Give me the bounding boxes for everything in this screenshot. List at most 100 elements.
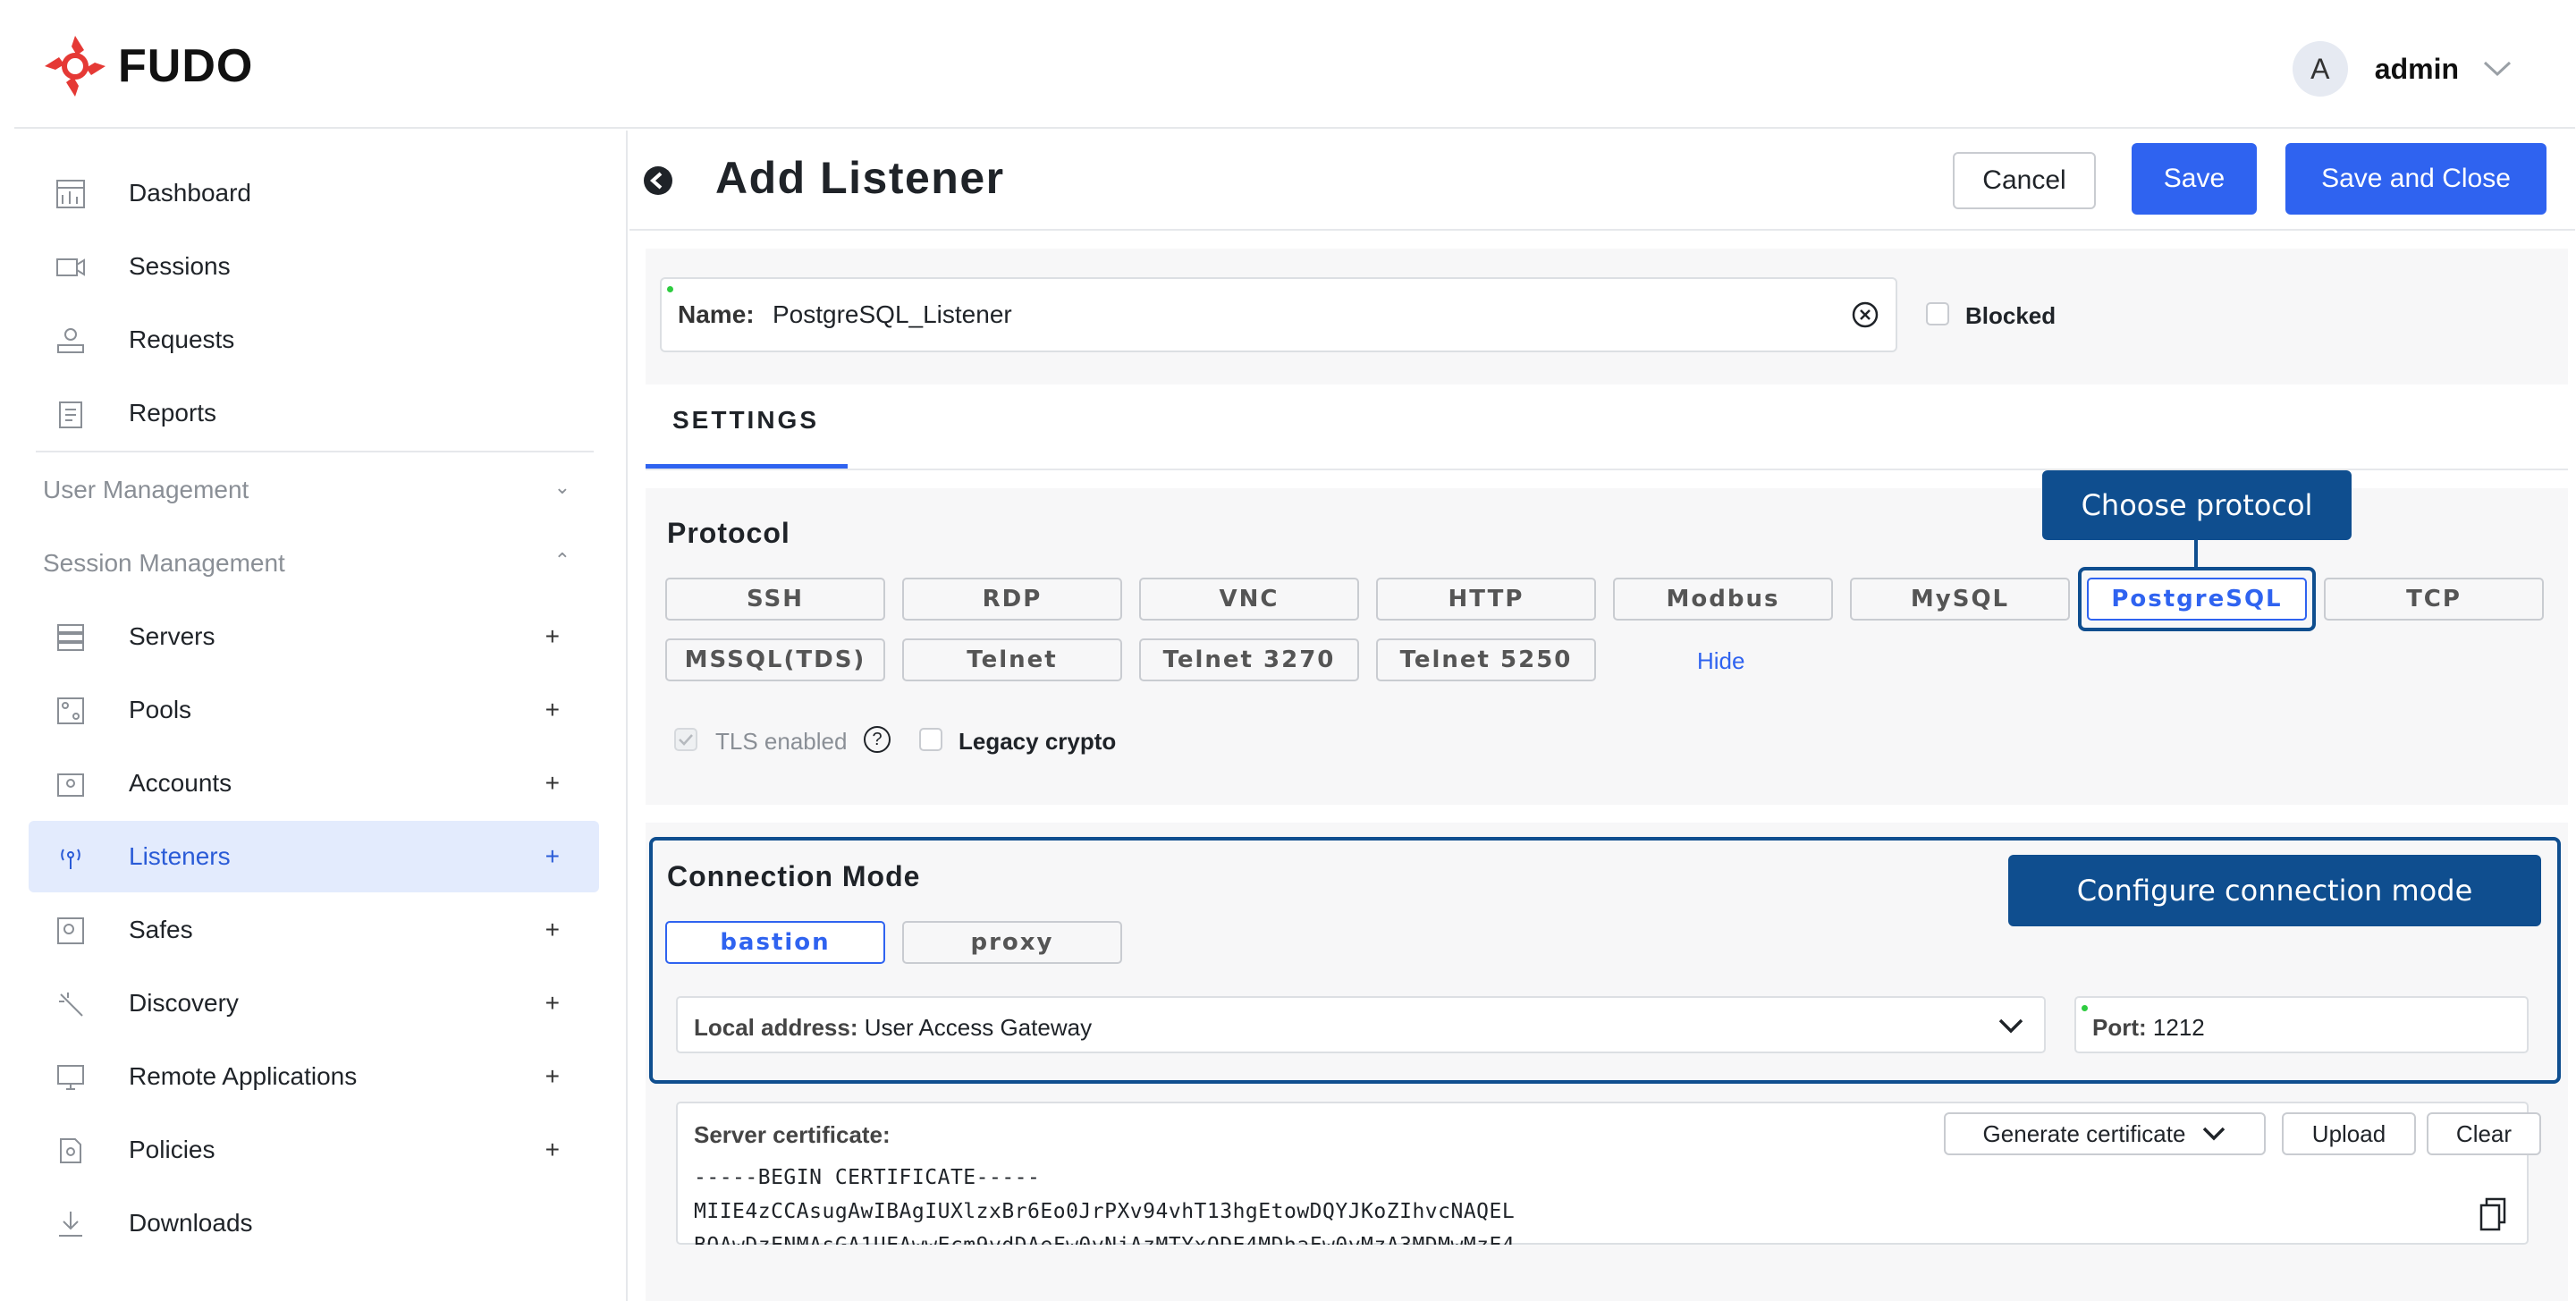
sidebar-item-safes[interactable]: Safes + — [29, 894, 599, 966]
protocol-telnet-3270-button[interactable]: Telnet 3270 — [1139, 638, 1359, 681]
sidebar-item-downloads[interactable]: Downloads — [29, 1187, 599, 1259]
sidebar-item-label: Downloads — [129, 1209, 253, 1237]
sidebar-item-remote-applications[interactable]: Remote Applications + — [29, 1041, 599, 1112]
sidebar-item-listeners[interactable]: Listeners + — [29, 821, 599, 892]
clear-button[interactable]: Clear — [2427, 1112, 2541, 1155]
dashboard-icon — [56, 180, 85, 208]
protocol-telnet-button[interactable]: Telnet — [902, 638, 1122, 681]
checkmark-icon — [679, 734, 693, 746]
certificate-line: MIIE4zCCAsugAwIBAgIUXlzxBr6Eo0JrPXv94vhT… — [694, 1200, 1516, 1223]
user-menu[interactable]: A admin — [2292, 41, 2513, 97]
protocol-http-button[interactable]: HTTP — [1376, 578, 1596, 621]
tls-enabled-checkbox[interactable] — [674, 728, 697, 751]
upload-button[interactable]: Upload — [2282, 1112, 2416, 1155]
sidebar-item-label: Dashboard — [129, 179, 251, 207]
legacy-crypto-checkbox[interactable] — [919, 728, 942, 751]
protocol-telnet-5250-button[interactable]: Telnet 5250 — [1376, 638, 1596, 681]
sidebar-item-requests[interactable]: Requests — [29, 304, 599, 376]
logo[interactable]: FUDO — [41, 32, 253, 100]
page-title: Add Listener — [715, 153, 1005, 203]
tab-settings-label: SETTINGS — [672, 406, 820, 434]
protocol-tcp-button[interactable]: TCP — [2324, 578, 2544, 621]
add-account-button[interactable]: + — [545, 769, 560, 798]
sidebar-item-label: Pools — [129, 696, 192, 723]
sidebar-item-label: Accounts — [129, 769, 232, 797]
protocol-rdp-button[interactable]: RDP — [902, 578, 1122, 621]
add-server-button[interactable]: + — [545, 622, 560, 651]
name-label: Name: — [678, 300, 755, 328]
local-address-value: User Access Gateway — [864, 1014, 1093, 1041]
protocol-modbus-button[interactable]: Modbus — [1613, 578, 1833, 621]
sidebar-item-label: Sessions — [129, 252, 231, 280]
add-remote-application-button[interactable]: + — [545, 1062, 560, 1091]
local-address-label: Local address: — [694, 1014, 858, 1041]
save-and-close-button[interactable]: Save and Close — [2285, 143, 2546, 215]
add-pool-button[interactable]: + — [545, 696, 560, 724]
add-policy-button[interactable]: + — [545, 1136, 560, 1164]
protocol-ssh-button[interactable]: SSH — [665, 578, 885, 621]
tab-settings[interactable]: SETTINGS — [646, 395, 1474, 469]
magic-wand-icon — [59, 993, 83, 1017]
sidebar: Dashboard Sessions Requests Reports User… — [14, 131, 628, 1301]
section-label: Session Management — [43, 549, 285, 577]
local-address-select[interactable]: Local address: User Access Gateway — [676, 996, 2046, 1053]
sidebar-item-label: Discovery — [129, 989, 239, 1017]
clipboard-icon — [59, 401, 82, 428]
protocol-mysql-button[interactable]: MySQL — [1850, 578, 2070, 621]
certificate-line: BQAwDzENMAsGA1UEAwwEcm9vdDAeFw0yNjAzMTYx… — [694, 1234, 2437, 1245]
help-icon[interactable]: ? — [864, 726, 891, 753]
chevron-down-icon: ⌄ — [553, 476, 570, 498]
mode-bastion-button[interactable]: bastion — [665, 921, 885, 964]
sidebar-item-policies[interactable]: Policies + — [29, 1114, 599, 1186]
blocked-checkbox[interactable] — [1926, 302, 1949, 325]
copy-icon[interactable] — [2479, 1196, 2509, 1232]
generate-certificate-button[interactable]: Generate certificate — [1944, 1112, 2266, 1155]
protocol-highlight — [2078, 567, 2316, 631]
chevron-down-icon — [1998, 1018, 2023, 1034]
mode-proxy-button[interactable]: proxy — [902, 921, 1122, 964]
save-button[interactable]: Save — [2132, 143, 2257, 215]
connection-mode-title: Connection Mode — [667, 860, 921, 892]
hide-protocols-link[interactable]: Hide — [1697, 647, 1744, 675]
tls-enabled-label: TLS enabled — [715, 728, 848, 755]
sidebar-item-label: Remote Applications — [129, 1062, 358, 1090]
request-icon — [57, 328, 84, 353]
sidebar-item-servers[interactable]: Servers + — [29, 601, 599, 672]
sidebar-item-sessions[interactable]: Sessions — [29, 231, 599, 302]
certificate-textarea[interactable]: -----BEGIN CERTIFICATE----- MIIE4zCCAsug… — [694, 1166, 2437, 1245]
clear-icon[interactable] — [1851, 300, 1879, 329]
blocked-label: Blocked — [1965, 302, 2057, 329]
port-field[interactable]: Port: 1212 — [2074, 996, 2529, 1053]
choose-protocol-callout: Choose protocol — [2042, 470, 2352, 540]
sidebar-item-accounts[interactable]: Accounts + — [29, 748, 599, 819]
name-field[interactable]: Name: PostgreSQL_Listener — [660, 277, 1897, 352]
sidebar-item-label: Policies — [129, 1136, 215, 1163]
sidebar-item-reports[interactable]: Reports — [29, 377, 599, 449]
sidebar-item-pools[interactable]: Pools + — [29, 674, 599, 746]
sidebar-item-label: Requests — [129, 325, 235, 353]
chevron-up-icon: ⌃ — [553, 549, 570, 571]
top-bar: FUDO A admin — [14, 0, 2575, 129]
server-certificate-label: Server certificate: — [694, 1121, 891, 1148]
video-icon — [56, 258, 85, 276]
add-listener-button[interactable]: + — [545, 842, 560, 871]
port-input[interactable]: 1212 — [2153, 1014, 2205, 1041]
protocol-vnc-button[interactable]: VNC — [1139, 578, 1359, 621]
chevron-down-icon — [2483, 61, 2512, 77]
add-discovery-button[interactable]: + — [545, 989, 560, 1018]
section-session-management[interactable]: Session Management ⌃ — [43, 549, 570, 578]
chevron-down-icon — [2203, 1127, 2225, 1141]
sidebar-item-label: Reports — [129, 399, 217, 427]
fudo-logo-icon — [45, 36, 106, 97]
protocol-mssql-button[interactable]: MSSQL(TDS) — [665, 638, 885, 681]
sidebar-item-discovery[interactable]: Discovery + — [29, 967, 599, 1039]
section-user-management[interactable]: User Management ⌄ — [43, 476, 570, 504]
callout-connector — [2194, 536, 2198, 569]
name-input[interactable]: PostgreSQL_Listener — [773, 300, 1012, 329]
required-dot — [2082, 1005, 2088, 1011]
cancel-button[interactable]: Cancel — [1953, 152, 2096, 209]
add-safe-button[interactable]: + — [545, 916, 560, 944]
back-arrow-icon[interactable] — [642, 165, 674, 197]
sidebar-item-dashboard[interactable]: Dashboard — [29, 157, 599, 229]
download-icon — [59, 1212, 82, 1237]
